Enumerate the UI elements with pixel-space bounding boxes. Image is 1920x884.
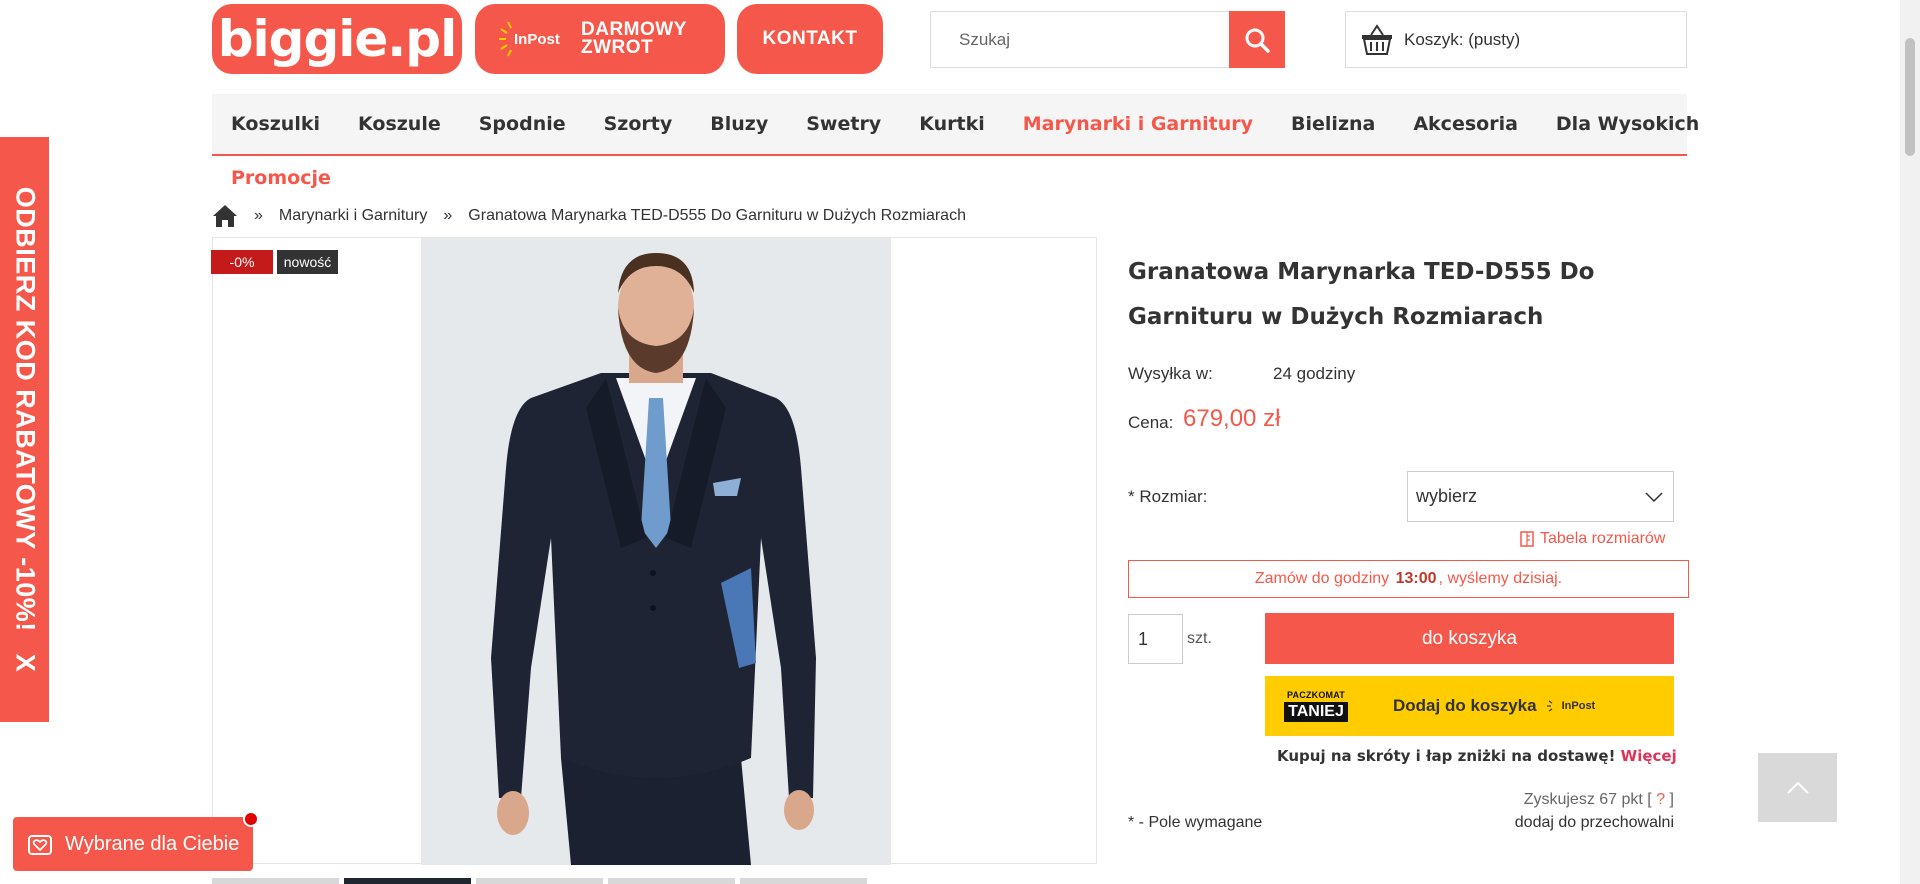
product-image-box[interactable]: [212, 237, 1097, 865]
recommended-for-you-button[interactable]: Wybrane dla Ciebie: [13, 811, 259, 871]
recommended-for-you-label: Wybrane dla Ciebie: [65, 832, 240, 855]
thumbnail-strip: [212, 878, 867, 884]
cart-text: Koszyk: (pusty): [1404, 29, 1521, 49]
price-label: Cena:: [1128, 413, 1174, 432]
search-icon: [1245, 28, 1270, 53]
nav-item-swetry[interactable]: Swetry: [806, 113, 881, 135]
inpost-logo-icon: InPost: [497, 17, 565, 61]
add-to-storage-link[interactable]: dodaj do przechowalni: [1474, 814, 1674, 832]
product-photo[interactable]: [421, 238, 891, 865]
suit-model-image: [421, 238, 891, 865]
search-input[interactable]: [931, 12, 1229, 67]
free-return-badge[interactable]: InPost DARMOWY ZWROT: [475, 4, 725, 74]
order-deadline-after: , wyślemy dzisiaj.: [1438, 570, 1563, 587]
thumbnail[interactable]: [212, 878, 339, 884]
free-return-line2: ZWROT: [581, 37, 654, 58]
nav-item-bluzy[interactable]: Bluzy: [710, 113, 768, 135]
breadcrumb-category[interactable]: Marynarki i Garnitury: [279, 207, 427, 225]
chevron-down-icon: [1645, 491, 1663, 502]
breadcrumb: » Marynarki i Garnitury » Granatowa Mary…: [212, 202, 966, 230]
shortcut-more-link[interactable]: Więcej: [1621, 747, 1677, 765]
shipping-label: Wysyłka w:: [1128, 364, 1213, 383]
new-tag: nowość: [277, 250, 338, 274]
product-title: Granatowa Marynarka TED-D555 Do Garnitur…: [1128, 259, 1595, 330]
shipping-value: 24 godziny: [1273, 364, 1356, 383]
paczkomat-add-to-cart-button[interactable]: PACZKOMAT TANIEJ Dodaj do koszyka InPost: [1265, 676, 1674, 736]
required-fields-note: * - Pole wymagane: [1128, 814, 1263, 831]
cart-button[interactable]: Koszyk: (pusty): [1345, 11, 1687, 68]
order-deadline-before: Zamów do godziny: [1254, 570, 1390, 587]
logo-text: biggie.pl: [217, 10, 457, 68]
order-deadline-notice: Zamów do godziny 13:00, wyślemy dzisiaj.: [1128, 560, 1689, 598]
loyalty-points: Zyskujesz 67 pkt [ ? ]: [1510, 791, 1674, 809]
logo[interactable]: biggie.pl: [212, 4, 462, 74]
quantity-input[interactable]: 1: [1128, 614, 1183, 664]
search-form: [930, 11, 1285, 68]
quantity-unit: szt.: [1187, 630, 1212, 647]
back-to-top-button[interactable]: [1758, 753, 1837, 822]
nav-item-promocje[interactable]: Promocje: [231, 167, 331, 189]
nav-item-akcesoria[interactable]: Akcesoria: [1413, 113, 1518, 135]
size-label: * Rozmiar:: [1128, 487, 1208, 506]
paczkomat-add-text: Dodaj do koszyka: [1393, 696, 1537, 715]
points-help-link[interactable]: ?: [1656, 791, 1665, 808]
size-table-link[interactable]: Tabela rozmiarów: [1520, 530, 1665, 548]
thumbnail[interactable]: [344, 878, 471, 884]
thumbnail[interactable]: [608, 878, 735, 884]
size-select-value: wybierz: [1416, 486, 1478, 506]
heart-bag-icon: [28, 835, 52, 855]
inpost-sun-icon: [1546, 700, 1552, 712]
notification-dot: [243, 811, 259, 827]
paczkomat-logo-line2: TANIEJ: [1284, 702, 1348, 722]
size-table-text: Tabela rozmiarów: [1540, 530, 1666, 547]
breadcrumb-separator: »: [254, 207, 263, 224]
order-deadline-hour: 13:00: [1395, 570, 1437, 587]
points-close-bracket: ]: [1669, 791, 1674, 808]
nav-item-bielizna[interactable]: Bielizna: [1291, 113, 1375, 135]
paczkomat-inpost-text: InPost: [1561, 700, 1596, 712]
discount-code-tab[interactable]: ODBIERZ KOD RABATOWY -10%! X: [0, 137, 49, 722]
basket-icon: [1362, 23, 1392, 55]
nav-item-kurtki[interactable]: Kurtki: [919, 113, 985, 135]
paczkomat-inpost-logo: InPost: [1546, 700, 1596, 712]
search-button[interactable]: [1229, 11, 1285, 68]
chevron-up-icon: [1786, 781, 1809, 794]
product-price: 679,00 zł: [1183, 405, 1281, 432]
discount-close-button[interactable]: X: [9, 654, 40, 673]
shortcut-text: Kupuj na skróty i łap zniżki na dostawę!: [1277, 747, 1616, 765]
add-to-cart-button[interactable]: do koszyka: [1265, 613, 1674, 664]
nav-item-spodnie[interactable]: Spodnie: [479, 113, 566, 135]
breadcrumb-current: Granatowa Marynarka TED-D555 Do Garnitur…: [468, 207, 966, 224]
thumbnail[interactable]: [740, 878, 867, 884]
discount-tag: -0%: [211, 250, 273, 274]
size-chart-icon: [1520, 531, 1534, 547]
shortcut-info: Kupuj na skróty i łap zniżki na dostawę!…: [1277, 747, 1677, 765]
discount-code-text: ODBIERZ KOD RABATOWY -10%!: [10, 186, 41, 632]
thumbnail[interactable]: [476, 878, 603, 884]
paczkomat-logo: PACZKOMAT TANIEJ: [1283, 683, 1349, 729]
size-select[interactable]: wybierz: [1407, 471, 1674, 522]
contact-button[interactable]: KONTAKT: [737, 4, 883, 74]
inpost-logo-text: InPost: [514, 31, 560, 48]
home-icon[interactable]: [212, 204, 238, 228]
nav-item-marynarki-i-garnitury[interactable]: Marynarki i Garnitury: [1023, 113, 1253, 135]
free-return-text: DARMOWY ZWROT: [581, 20, 687, 58]
main-nav: Koszulki Koszule Spodnie Szorty Bluzy Sw…: [212, 94, 1699, 156]
scrollbar-thumb[interactable]: [1905, 38, 1915, 156]
points-text: Zyskujesz 67 pkt [: [1523, 791, 1652, 808]
nav-item-dla-wysokich[interactable]: Dla Wysokich: [1556, 113, 1699, 135]
nav-item-szorty[interactable]: Szorty: [604, 113, 673, 135]
page: biggie.pl InPost DARMOWY ZWROT KONTAKT S…: [0, 0, 1920, 884]
nav-item-koszule[interactable]: Koszule: [358, 113, 441, 135]
nav-item-koszulki[interactable]: Koszulki: [231, 113, 320, 135]
paczkomat-logo-line1: PACZKOMAT: [1287, 690, 1345, 700]
breadcrumb-separator: »: [443, 207, 453, 224]
